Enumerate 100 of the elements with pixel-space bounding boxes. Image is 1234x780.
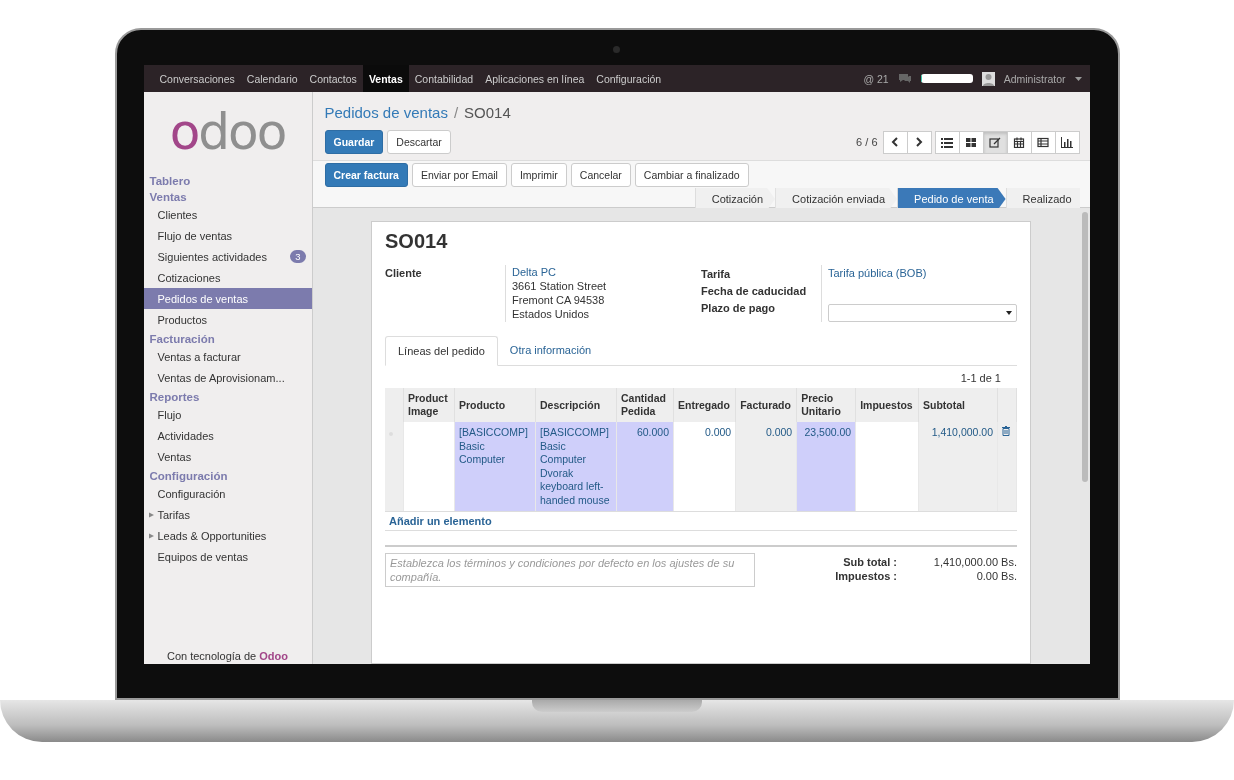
menu-item[interactable]: Ventas [362,65,409,92]
table-cell: 0.000 [673,422,736,511]
form-view-button[interactable] [982,130,1008,154]
menu-item[interactable]: Calendario [240,65,304,92]
column-header[interactable]: Impuestos [855,388,919,422]
column-header[interactable]: Producto [454,388,536,422]
next-button[interactable] [906,130,932,154]
sidebar-item[interactable]: Tarifas [143,504,312,525]
sidebar-item[interactable]: Actividades [143,425,312,446]
trash-icon[interactable] [1002,426,1010,436]
table-cell: [BASICCOMP] Basic Computer Dvorak keyboard left-handed mouse [535,422,617,511]
camera-icon [613,46,620,53]
section-title[interactable]: Reportes [143,388,312,404]
stage-step[interactable]: Realizado [1005,188,1080,210]
caret-icon[interactable] [1006,311,1012,315]
sidebar-item[interactable]: Siguientes actividades 3 [143,246,312,267]
field-label: Plazo de pago [701,301,776,316]
total-label: Impuestos : [835,570,897,582]
breadcrumb-separator: / [453,103,459,121]
action-button[interactable]: Imprimir [510,163,567,187]
logo: odoo [169,107,286,157]
action-button[interactable]: Crear factura [324,163,408,187]
previous-button[interactable] [882,130,908,154]
menu-item[interactable]: Conversaciones [153,65,241,92]
total-value: 0.00 Bs. [975,570,1017,582]
address-line: Estados Unidos [512,307,591,321]
sidebar-item[interactable]: Flujo [143,404,312,425]
menu-item[interactable]: Contabilidad [408,65,480,92]
sidebar-item[interactable]: Equipos de ventas [143,546,312,567]
tab[interactable]: Otra información [497,336,604,365]
user-menu[interactable]: Administrator [1003,72,1066,85]
sidebar-item[interactable]: Ventas de Aprovisionam... [143,367,312,388]
calendar-icon[interactable] [1013,136,1025,148]
sidebar-item[interactable]: Clientes [143,204,312,225]
scrollbar[interactable] [1081,212,1088,482]
field-label: Fecha de caducidad [701,284,808,299]
breadcrumb-link[interactable]: Pedidos de ventas [324,103,448,121]
powered-by-text: Con tecnología de Odoo [165,650,290,664]
column-header[interactable]: Cantidad Pedida [616,388,674,422]
discard-button[interactable]: Descartar [387,130,451,154]
sidebar-item[interactable]: Cotizaciones [143,267,312,288]
graph-icon[interactable] [1061,136,1073,148]
address-line: Fremont CA 94538 [512,293,606,307]
pager-text: 6 / 6 [856,136,878,148]
action-button[interactable]: Cancelar [570,163,631,187]
table-cell: 60.000 [616,422,674,511]
action-button[interactable]: Enviar por Email [411,163,507,187]
list-view-button[interactable] [934,130,960,154]
expand-arrow-icon[interactable] [148,533,154,539]
total-label: Sub total : [843,556,897,568]
sidebar-item[interactable]: Productos [143,309,312,330]
avatar-icon [981,71,995,86]
table-cell: [BASICCOMP] Basic Computer [454,422,536,511]
action-button[interactable]: Cambiar a finalizado [634,163,749,187]
stage-step[interactable]: Cotización enviada [775,188,898,210]
column-header[interactable]: Subtotal [918,388,998,422]
sidebar-item[interactable]: Configuración [143,483,312,504]
record-title: SO014 [385,230,449,253]
chevron-right-icon[interactable] [915,137,923,147]
stage-step[interactable]: Cotización [694,188,776,210]
table-cell: 0.000 [735,422,797,511]
drag-handle-cell[interactable] [385,422,404,511]
chevron-left-icon[interactable] [891,137,899,147]
save-button[interactable]: Guardar [324,130,384,154]
sidebar-item[interactable]: Leads & Opportunities [143,525,312,546]
calendar-view-button[interactable] [1006,130,1032,154]
menu-item[interactable]: Aplicaciones en línea [479,65,591,92]
sidebar-item[interactable]: Ventas [143,446,312,467]
column-header[interactable]: Precio Unitario [796,388,856,422]
chat-icon[interactable] [897,73,912,84]
add-line-link[interactable]: Añadir un elemento [389,515,492,527]
kanban-view-button[interactable] [958,130,984,154]
tab[interactable]: Líneas del pedido [385,336,498,366]
menu-item[interactable]: Contactos [303,65,363,92]
customer-link[interactable]: Delta PC [512,265,607,279]
field-label: Tarifa [701,267,732,282]
address-line: 3661 Station Street [512,279,607,293]
column-header[interactable]: Descripción [535,388,617,422]
column-header[interactable]: Entregado [673,388,736,422]
table-cell: 1,410,000.00 [918,422,998,511]
stage-step[interactable]: Pedido de venta [897,188,1006,210]
pivot-view-button[interactable] [1030,130,1056,154]
form-icon[interactable] [989,136,1001,148]
table-cell: 23,500.00 [796,422,856,511]
lines-pager-text: 1-1 de 1 [960,372,1001,384]
sidebar-item[interactable]: Pedidos de ventas [143,288,312,309]
kanban-icon[interactable] [965,136,977,148]
expand-arrow-icon[interactable] [148,512,154,518]
menu-item[interactable]: Configuración [590,65,668,92]
pivot-icon[interactable] [1037,136,1049,148]
column-header[interactable]: Facturado [735,388,797,422]
column-header[interactable]: Product Image [403,388,455,422]
list-icon[interactable] [941,136,953,148]
sidebar-item[interactable]: Ventas a facturar [143,346,312,367]
graph-view-button[interactable] [1054,130,1080,154]
sidebar-item[interactable]: Flujo de ventas [143,225,312,246]
field-label: Cliente [385,266,423,281]
breadcrumb-current: SO014 [464,103,511,121]
pricelist-link[interactable]: Tarifa pública (BOB) [828,265,1017,282]
mentions-count[interactable]: @ 21 [863,72,889,85]
